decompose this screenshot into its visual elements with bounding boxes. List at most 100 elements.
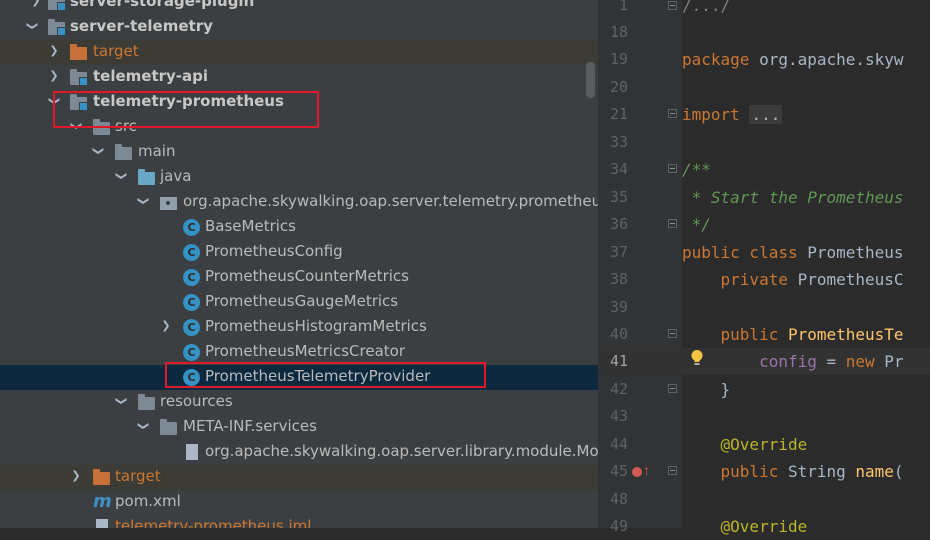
tree-row-meta-inf[interactable]: ❯ META-INF.services	[0, 415, 598, 440]
line-number: 21	[609, 105, 628, 123]
tree-row-package[interactable]: ❯ org.apache.skywalking.oap.server.telem…	[0, 190, 598, 215]
highlight-box-provider	[165, 362, 486, 388]
tree-label: target	[93, 42, 139, 60]
code-token: PrometheusTe	[778, 325, 904, 344]
line-number: 34	[609, 160, 628, 178]
chevron-down-icon[interactable]: ❯	[115, 395, 128, 407]
tree-row-target[interactable]: ❯ target	[0, 40, 598, 65]
code-token: =	[816, 352, 846, 371]
module-folder-icon	[48, 0, 66, 11]
tree-row-service-file[interactable]: org.apache.skywalking.oap.server.library…	[0, 440, 598, 465]
code-token: package	[682, 50, 750, 69]
code-line: import ...	[682, 101, 783, 128]
line-number: 1	[618, 0, 628, 14]
code-line: public class Prometheus	[682, 239, 904, 266]
excluded-folder-icon	[93, 469, 110, 485]
code-token: (	[893, 462, 904, 481]
line-number: 18	[609, 23, 628, 41]
code-line: public String name(	[682, 458, 904, 485]
chevron-right-icon[interactable]: ❯	[160, 320, 172, 332]
line-number: 33	[609, 133, 628, 151]
tree-row-class[interactable]: C PrometheusCounterMetrics	[0, 265, 598, 290]
line-number: 44	[609, 435, 628, 453]
tree-row-class[interactable]: C PrometheusGaugeMetrics	[0, 290, 598, 315]
chevron-right-icon[interactable]: ❯	[30, 0, 42, 7]
tree-label: PrometheusHistogramMetrics	[205, 317, 427, 335]
chevron-down-icon[interactable]: ❯	[115, 170, 128, 182]
tree-row-iml[interactable]: telemetry-prometheus.iml	[0, 515, 598, 528]
tree-row-target[interactable]: ❯ target	[0, 465, 598, 490]
folder-icon	[115, 144, 132, 160]
excluded-folder-icon	[70, 44, 87, 60]
fold-marker-icon[interactable]	[668, 329, 677, 338]
folded-imports[interactable]: ...	[749, 105, 783, 124]
line-number: 43	[609, 407, 628, 425]
chevron-right-icon[interactable]: ❯	[48, 70, 60, 82]
class-icon: C	[183, 219, 200, 236]
line-number: 49	[609, 517, 628, 535]
tree-row-java[interactable]: ❯ java	[0, 165, 598, 190]
tree-label: telemetry-api	[93, 67, 209, 85]
chevron-down-icon[interactable]: ❯	[137, 420, 150, 432]
tree-row-pom[interactable]: m pom.xml	[0, 490, 598, 515]
package-icon	[160, 197, 177, 210]
code-line: public PrometheusTe	[682, 321, 904, 348]
fold-marker-icon[interactable]	[668, 1, 677, 10]
code-token: private	[682, 270, 788, 289]
code-line: /.../	[682, 0, 731, 15]
code-token: Pr	[874, 352, 904, 371]
code-token: public	[682, 325, 779, 344]
tree-row-class[interactable]: C BaseMetrics	[0, 215, 598, 240]
chevron-down-icon[interactable]: ❯	[92, 145, 105, 157]
code-line: @Override	[682, 517, 808, 536]
code-line-current: config = new Pr	[682, 348, 904, 375]
code-token: import	[682, 105, 740, 124]
fold-marker-icon[interactable]	[668, 164, 677, 173]
fold-marker-icon[interactable]	[668, 384, 677, 393]
chevron-down-icon[interactable]: ❯	[26, 20, 39, 32]
class-icon: C	[183, 294, 200, 311]
fold-marker-icon[interactable]	[668, 466, 677, 475]
chevron-down-icon[interactable]: ❯	[137, 195, 150, 207]
code-token: PrometheusC	[787, 270, 904, 289]
tree-label: META-INF.services	[183, 417, 317, 435]
line-number: 48	[609, 490, 628, 508]
line-number-current: 41	[609, 352, 628, 370]
tree-row-telemetry-api[interactable]: ❯ telemetry-api	[0, 65, 598, 90]
line-number: 40	[609, 325, 628, 343]
source-folder-icon	[138, 169, 155, 185]
line-number: 35	[609, 188, 628, 206]
resources-folder-icon	[138, 394, 155, 410]
chevron-right-icon[interactable]: ❯	[70, 470, 82, 482]
tree-label: resources	[160, 392, 233, 410]
tree-label: java	[160, 167, 192, 185]
code-line: }	[682, 380, 731, 399]
class-icon: C	[183, 269, 200, 286]
fold-marker-icon[interactable]	[668, 219, 677, 228]
module-folder-icon	[48, 19, 66, 36]
line-number: 36	[609, 215, 628, 233]
folder-icon	[160, 419, 177, 435]
lightbulb-icon[interactable]	[690, 349, 704, 367]
code-line: /**	[682, 160, 711, 179]
code-token: org.apache.skyw	[749, 50, 904, 69]
project-tree: ❯ server-storage-plugin ❯ server-telemet…	[0, 0, 598, 528]
tree-row-server-storage-plugin[interactable]: ❯ server-storage-plugin	[0, 0, 598, 15]
tree-row-class[interactable]: C PrometheusConfig	[0, 240, 598, 265]
tree-row-main[interactable]: ❯ main	[0, 140, 598, 165]
class-icon: C	[183, 244, 200, 261]
chevron-right-icon[interactable]: ❯	[48, 45, 60, 57]
line-number: 39	[609, 298, 628, 316]
tree-label: main	[138, 142, 176, 160]
tree-label: telemetry-prometheus.iml	[115, 517, 312, 528]
fold-marker-icon[interactable]	[668, 109, 677, 118]
line-number: 38	[609, 270, 628, 288]
tree-label: org.apache.skywalking.oap.server.library…	[205, 442, 598, 460]
tree-row-class[interactable]: ❯ C PrometheusHistogramMetrics	[0, 315, 598, 340]
tree-row-server-telemetry[interactable]: ❯ server-telemetry	[0, 15, 598, 40]
class-icon: C	[183, 319, 200, 336]
override-icon[interactable]: ↑	[632, 462, 652, 481]
tree-row-resources[interactable]: ❯ resources	[0, 390, 598, 415]
line-number: 45	[609, 462, 628, 480]
tree-scrollbar[interactable]	[586, 62, 595, 98]
